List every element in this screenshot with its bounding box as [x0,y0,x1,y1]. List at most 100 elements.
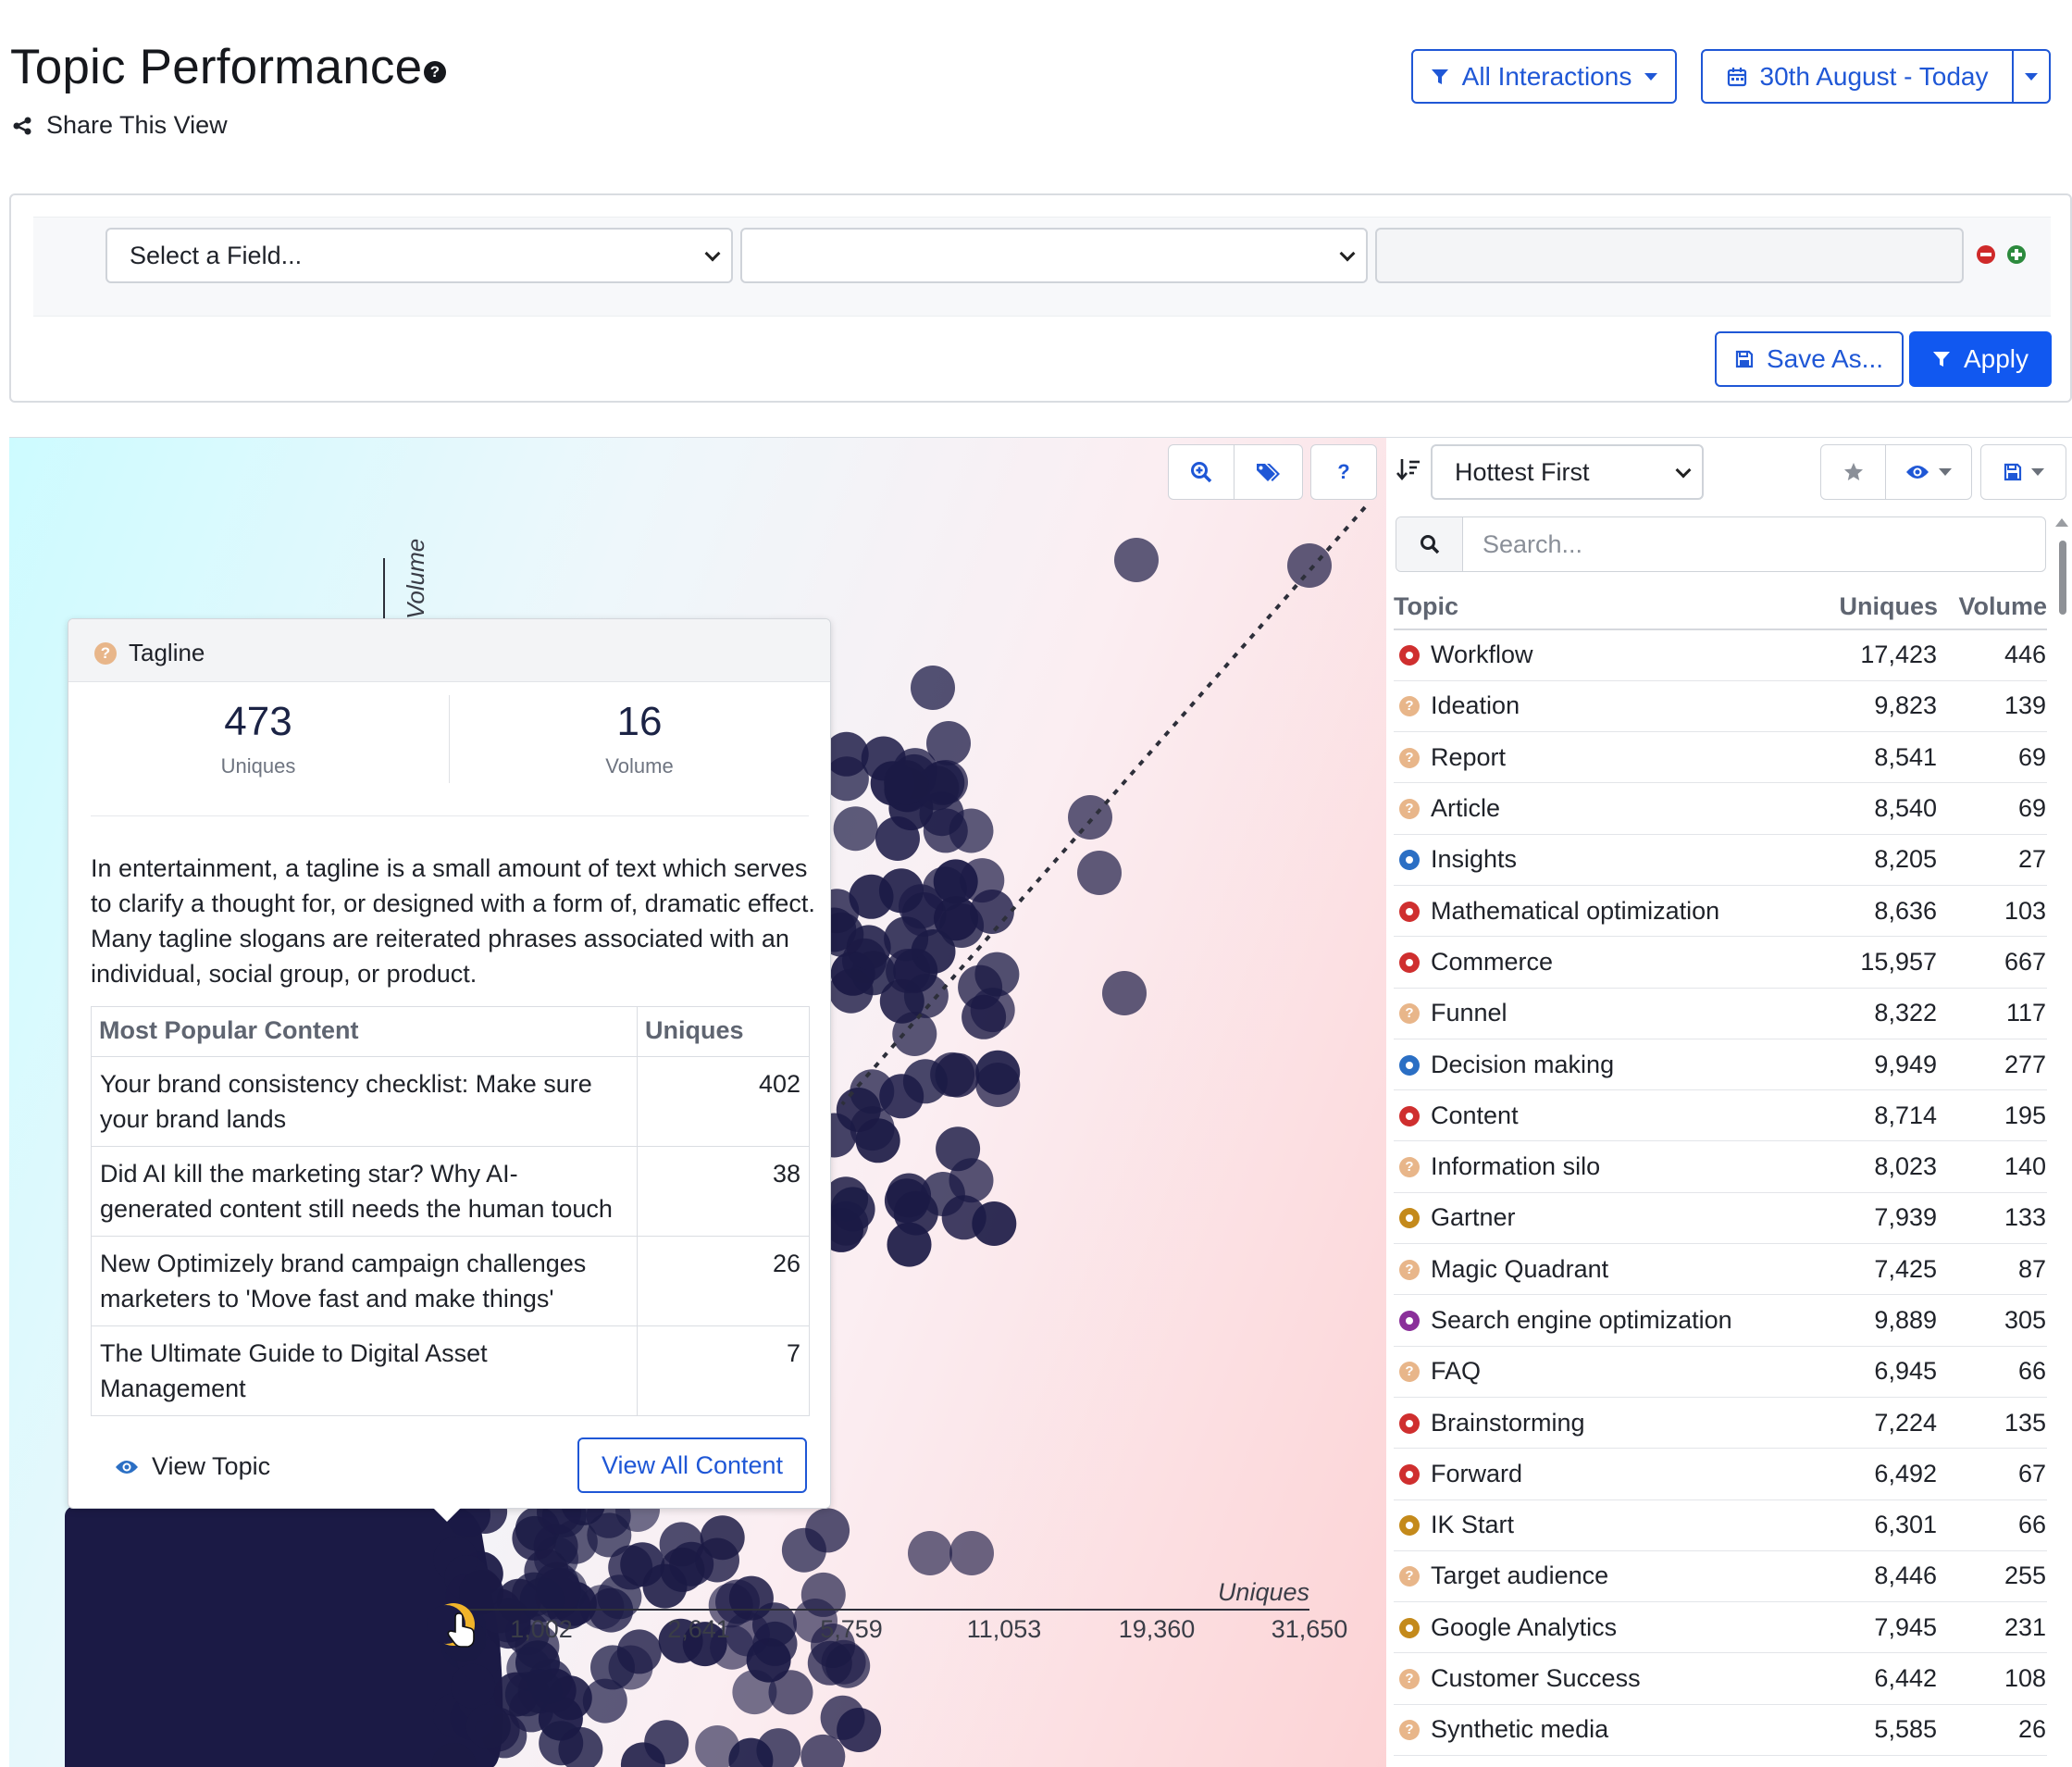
scatter-point[interactable] [728,1575,774,1621]
table-row[interactable]: Report 8,54169 [1394,731,2047,784]
topic-cell[interactable]: Insights [1394,834,1815,886]
scatter-point[interactable] [923,808,968,853]
date-range-button[interactable]: 30th August - Today [1701,49,2014,104]
scatter-point[interactable] [590,1645,635,1690]
favorite-button[interactable] [1820,444,1886,500]
table-row[interactable]: Google Analytics 7,945 231 [1394,1601,2047,1654]
table-row[interactable]: Search engine optimization 9,889 305 [1394,1294,2047,1347]
topic-cell[interactable]: Ideation [1394,680,1815,733]
topic-cell[interactable]: Content [1394,1089,1815,1142]
popular-content-title[interactable]: New Optimizely brand campaign challenges… [91,1236,638,1326]
scatter-point[interactable] [884,1178,929,1224]
table-row[interactable]: Funnel 8,322117 [1394,988,2047,1039]
scrollbar-thumb[interactable] [2059,541,2066,615]
table-row[interactable]: Decision making 9,949 277 [1394,1039,2047,1091]
topic-cell[interactable]: Report [1394,731,1815,784]
scatter-point[interactable] [970,988,1015,1033]
table-row[interactable]: Synthetic media 5,58526 [1394,1704,2047,1757]
scatter-point[interactable] [936,1126,981,1172]
interactions-filter-button[interactable]: All Interactions [1411,49,1677,104]
scatter-point[interactable] [849,874,894,919]
scatter-point[interactable] [515,1640,560,1686]
help-icon[interactable]: ? [424,61,446,83]
search-button[interactable] [1396,517,1463,571]
popular-content-title[interactable]: Your brand consistency checklist: Make s… [91,1056,638,1147]
table-row[interactable]: Brainstorming 7,224 135 [1394,1397,2047,1450]
sort-select[interactable]: Hottest First [1431,444,1704,500]
table-row[interactable]: Commerce 15,957 667 [1394,936,2047,989]
popular-content-title[interactable]: Did AI kill the marketing star? Why AI-g… [91,1146,638,1237]
scatter-point[interactable] [975,1063,1021,1107]
date-range-dropdown-toggle[interactable] [2012,49,2051,104]
table-row[interactable]: Workflow 17,423 446 [1394,629,2047,681]
field-select[interactable]: Select a Field... [105,228,733,283]
scatter-point[interactable] [660,1547,705,1592]
topic-cell[interactable]: Search engine optimization [1394,1294,1815,1347]
topic-cell[interactable]: Brainstorming [1394,1397,1815,1450]
add-filter-icon[interactable] [2007,245,2026,264]
topic-cell[interactable]: Customer Success [1394,1652,1815,1705]
view-all-content-button[interactable]: View All Content [577,1437,807,1493]
topic-cell[interactable]: Gartner [1394,1192,1815,1245]
popular-content-title[interactable]: The Ultimate Guide to Digital Asset Mana… [91,1325,638,1416]
table-row[interactable]: FAQ 6,94566 [1394,1346,2047,1398]
scatter-point[interactable] [899,884,943,929]
scatter-point[interactable] [902,1059,948,1104]
table-row[interactable]: Customer Success 6,442108 [1394,1652,2047,1705]
volume-column-header[interactable]: Volume [1938,585,2047,630]
table-row[interactable]: Insights 8,205 27 [1394,834,2047,886]
scatter-point[interactable] [1077,851,1122,895]
filter-value-input[interactable] [1375,228,1964,283]
topic-column-header[interactable]: Topic [1394,585,1815,630]
topic-cell[interactable]: Google Analytics [1394,1601,1815,1654]
topic-cell[interactable]: IK Start [1394,1499,1815,1551]
table-row[interactable]: IK Start 6,301 66 [1394,1499,2047,1551]
table-row[interactable]: Mathematical optimization 8,636 103 [1394,885,2047,938]
topic-cell[interactable]: Information silo [1394,1140,1815,1193]
save-as-button[interactable]: Save As... [1715,331,1904,387]
share-view-link[interactable]: Share This View [13,111,228,140]
popular-content-row[interactable]: New Optimizely brand campaign challenges… [91,1236,810,1326]
topic-cell[interactable]: Funnel [1394,988,1815,1039]
topic-cell[interactable]: Magic Quadrant [1394,1243,1815,1296]
scatter-point[interactable] [465,1704,511,1748]
topic-cell[interactable]: Article [1394,782,1815,835]
table-row[interactable]: Article 8,54069 [1394,782,2047,835]
uniques-column-header[interactable]: Uniques [1815,585,1938,630]
save-dropdown-button[interactable] [1980,444,2066,500]
topic-cell[interactable]: FAQ [1394,1346,1815,1398]
popular-content-row[interactable]: Your brand consistency checklist: Make s… [91,1056,810,1147]
table-row[interactable]: Magic Quadrant 7,42587 [1394,1243,2047,1296]
search-input[interactable] [1464,517,2045,571]
scatter-point[interactable] [1114,538,1159,582]
scatter-point[interactable] [732,1670,777,1715]
scatter-point[interactable] [911,666,955,710]
scatter-point[interactable] [837,1708,882,1752]
scatter-point[interactable] [833,806,878,852]
table-row[interactable]: Ideation 9,823139 [1394,680,2047,733]
scatter-point[interactable] [1287,543,1332,588]
operator-select[interactable] [740,228,1368,283]
table-row[interactable]: Forward 6,492 67 [1394,1448,2047,1500]
scatter-point[interactable] [887,1222,932,1267]
popular-content-row[interactable]: Did AI kill the marketing star? Why AI-g… [91,1146,810,1237]
view-topic-link[interactable]: View Topic [115,1452,270,1481]
scatter-point[interactable] [805,1508,850,1553]
apply-button[interactable]: Apply [1909,331,2052,387]
scatter-point[interactable] [949,1531,994,1575]
topic-cell[interactable]: Commerce [1394,936,1815,989]
scatter-point[interactable] [1102,971,1147,1015]
topic-cell[interactable]: Mathematical optimization [1394,885,1815,938]
table-row[interactable]: Content 8,714 195 [1394,1089,2047,1142]
scatter-point[interactable] [875,816,920,861]
tags-button[interactable] [1235,445,1300,499]
visibility-dropdown-button[interactable] [1885,444,1972,500]
scatter-point[interactable] [941,1195,986,1240]
zoom-button[interactable] [1169,445,1235,499]
scatter-point[interactable] [828,968,874,1014]
topic-cell[interactable]: Target audience [1394,1550,1815,1603]
table-row[interactable]: Target audience 8,446255 [1394,1550,2047,1603]
topic-cell[interactable]: Workflow [1394,629,1815,681]
table-row[interactable]: Information silo 8,023140 [1394,1140,2047,1193]
topic-cell[interactable]: Forward [1394,1448,1815,1500]
